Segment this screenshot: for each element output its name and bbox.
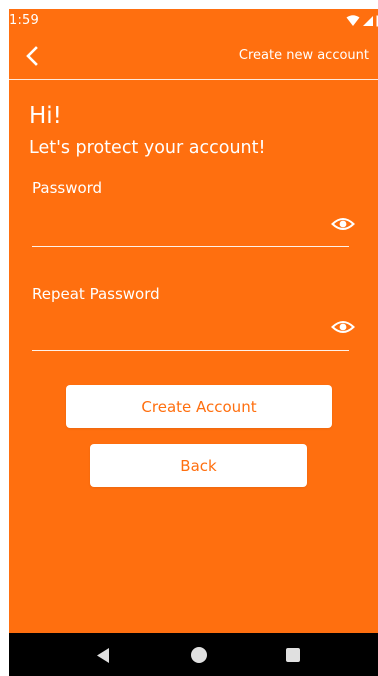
eye-icon[interactable] <box>331 214 355 234</box>
nav-back-icon[interactable] <box>95 647 111 664</box>
eye-icon[interactable] <box>331 317 355 337</box>
repeat-password-label: Repeat Password <box>32 285 160 303</box>
app-screen: 1:59 Create new account Hi! Let's protec… <box>9 9 378 676</box>
subtitle-text: Let's protect your account! <box>29 138 266 158</box>
wifi-icon <box>346 14 360 26</box>
app-bar: Create new account <box>9 33 378 80</box>
status-bar: 1:59 <box>9 9 378 33</box>
status-time: 1:59 <box>9 13 39 28</box>
create-account-button[interactable]: Create Account <box>66 385 332 428</box>
password-label: Password <box>32 179 103 197</box>
status-icons <box>346 14 378 27</box>
nav-home-icon[interactable] <box>191 647 207 663</box>
greeting-heading: Hi! <box>29 103 62 129</box>
repeat-password-field[interactable] <box>32 321 349 351</box>
chevron-left-icon[interactable] <box>23 45 43 67</box>
password-field[interactable] <box>32 217 349 247</box>
cell-signal-icon <box>363 15 373 26</box>
nav-recents-icon[interactable] <box>286 648 300 662</box>
system-nav-bar <box>9 633 378 676</box>
app-bar-title: Create new account <box>238 48 369 63</box>
back-button[interactable]: Back <box>90 444 307 487</box>
